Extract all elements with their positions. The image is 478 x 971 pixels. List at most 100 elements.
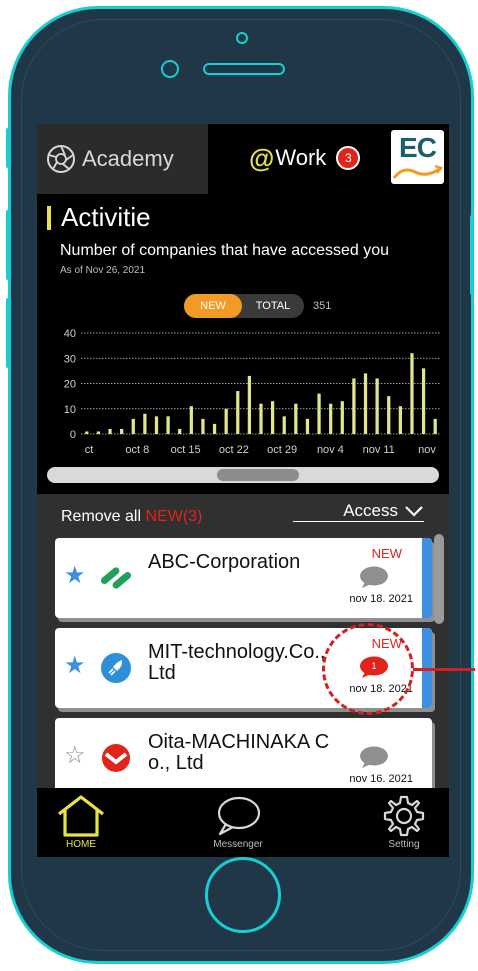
chart-bar	[236, 391, 240, 434]
chart-bar	[154, 416, 159, 434]
chart-bar	[387, 396, 391, 435]
toggle-new-button[interactable]: NEW	[184, 294, 242, 318]
chart-bar	[259, 403, 263, 434]
star-outline-icon[interactable]: ☆	[64, 744, 86, 768]
chart-bar	[340, 401, 344, 434]
abc-corporation-logo-icon	[100, 567, 132, 589]
star-filled-icon[interactable]: ★	[64, 654, 86, 678]
activity-subtitle: Number of companies that have accessed y…	[60, 242, 390, 259]
front-camera-lens	[161, 60, 179, 78]
chart-bar	[375, 378, 379, 434]
tab-work[interactable]: @ Work 3	[249, 140, 361, 176]
x-tick-label: nov 11	[363, 444, 395, 456]
activity-title: Activitie	[61, 202, 151, 232]
chart-bar	[166, 416, 170, 434]
tab-ec-logo[interactable]: EC	[391, 130, 444, 184]
top-tab-bar: Academy @ Work 3 EC	[37, 124, 449, 194]
chart-bar	[410, 353, 414, 434]
work-notification-badge: 3	[336, 146, 361, 170]
remove-all-new-button[interactable]: Remove all NEW(3)	[61, 508, 202, 526]
y-tick-label: 40	[64, 328, 76, 340]
phone-side-button-left-2	[6, 210, 10, 280]
chart-bar	[270, 401, 275, 434]
y-tick-label: 20	[64, 379, 76, 391]
chart-bar	[282, 416, 286, 434]
chart-bar	[247, 375, 252, 434]
company-name: ABC-Corporation	[148, 551, 301, 573]
chart-horizontal-scrollbar[interactable]	[47, 467, 439, 483]
rocket-logo-icon	[101, 653, 131, 683]
chart-bar	[224, 408, 228, 434]
x-tick-label: oct 15	[171, 444, 201, 456]
remove-all-new-count: NEW(3)	[145, 508, 203, 525]
home-icon	[58, 795, 104, 837]
company-name: MIT-technology.Co., Ltd	[148, 641, 326, 684]
total-count-value: 351	[313, 300, 332, 312]
unread-accent-bar	[422, 538, 432, 618]
nav-home-label: HOME	[66, 839, 96, 850]
x-tick-label: oct 8	[125, 444, 149, 456]
x-tick-label: ct	[85, 444, 94, 456]
nav-setting[interactable]: Setting	[382, 794, 426, 850]
phone-home-button[interactable]	[205, 857, 281, 933]
nav-messenger[interactable]: Messenger	[213, 794, 263, 850]
ec-logo-swoosh-icon	[392, 164, 444, 179]
chart-scrollbar-thumb[interactable]	[217, 469, 299, 481]
message-bubble-icon[interactable]	[359, 746, 389, 768]
chart-bar	[329, 403, 333, 434]
list-item[interactable]: ★ ABC-Corporation NEW nov 18. 2021	[55, 538, 432, 618]
nav-home[interactable]: HOME	[55, 794, 107, 850]
y-tick-label: 30	[64, 353, 76, 365]
chart-bar	[143, 413, 147, 434]
earpiece-speaker	[203, 63, 285, 75]
access-date: nov 16. 2021	[349, 773, 413, 785]
chart-bar	[433, 418, 437, 434]
list-vertical-scrollbar[interactable]	[433, 534, 445, 784]
nav-setting-label: Setting	[388, 839, 420, 850]
chart-bar	[201, 418, 205, 434]
chart-bar	[212, 423, 217, 434]
new-label: NEW	[371, 546, 402, 561]
list-scrollbar-thumb[interactable]	[434, 534, 444, 624]
chart-bar	[131, 418, 135, 434]
aperture-icon	[47, 145, 75, 173]
chat-bubble-icon	[217, 796, 261, 836]
tab-work-label: Work	[275, 145, 327, 170]
new-total-toggle: NEW TOTAL	[184, 294, 304, 318]
remove-all-label: Remove all	[61, 508, 142, 525]
star-filled-icon[interactable]: ★	[64, 564, 86, 588]
chart-bar	[317, 393, 321, 434]
chart-bar	[398, 406, 402, 434]
nav-messenger-label: Messenger	[213, 839, 263, 850]
activity-as-of-date: As of Nov 26, 2021	[60, 265, 146, 276]
list-item[interactable]: ☆ Oita-MACHINAKA Co., Ltd nov 16. 2021	[55, 718, 432, 798]
chart-bar	[96, 431, 101, 434]
callout-highlight-circle	[322, 623, 414, 715]
tab-academy[interactable]: Academy	[37, 124, 208, 194]
phone-side-button-left-1	[6, 128, 10, 168]
bottom-navigation: HOME Messenger Setting	[37, 788, 449, 857]
message-bubble-icon[interactable]	[359, 566, 389, 588]
x-tick-label: oct 29	[267, 444, 297, 456]
phone-side-button-right	[470, 215, 474, 295]
phone-side-button-left-3	[6, 298, 10, 368]
chart-bar	[352, 378, 356, 434]
company-name: Oita-MACHINAKA Co., Ltd	[148, 731, 330, 774]
activity-section-title: Activitie	[47, 202, 151, 233]
chart-bar	[108, 428, 112, 434]
y-tick-label: 10	[64, 404, 76, 416]
chart-bar	[120, 428, 124, 434]
access-date: nov 18. 2021	[349, 593, 413, 605]
gear-icon	[383, 795, 425, 837]
chart-bar	[178, 428, 182, 434]
chart-bar	[85, 431, 89, 434]
tab-academy-label: Academy	[82, 146, 174, 171]
work-at-symbol: @	[249, 142, 275, 173]
sort-dropdown[interactable]: Access	[293, 500, 424, 522]
chevron-down-icon	[405, 505, 423, 517]
chart-bar	[294, 403, 298, 434]
x-tick-label: nov 4	[317, 444, 344, 456]
toggle-total-button[interactable]: TOTAL	[242, 294, 304, 318]
chart-bar	[305, 418, 310, 434]
chart-bar	[421, 368, 426, 434]
